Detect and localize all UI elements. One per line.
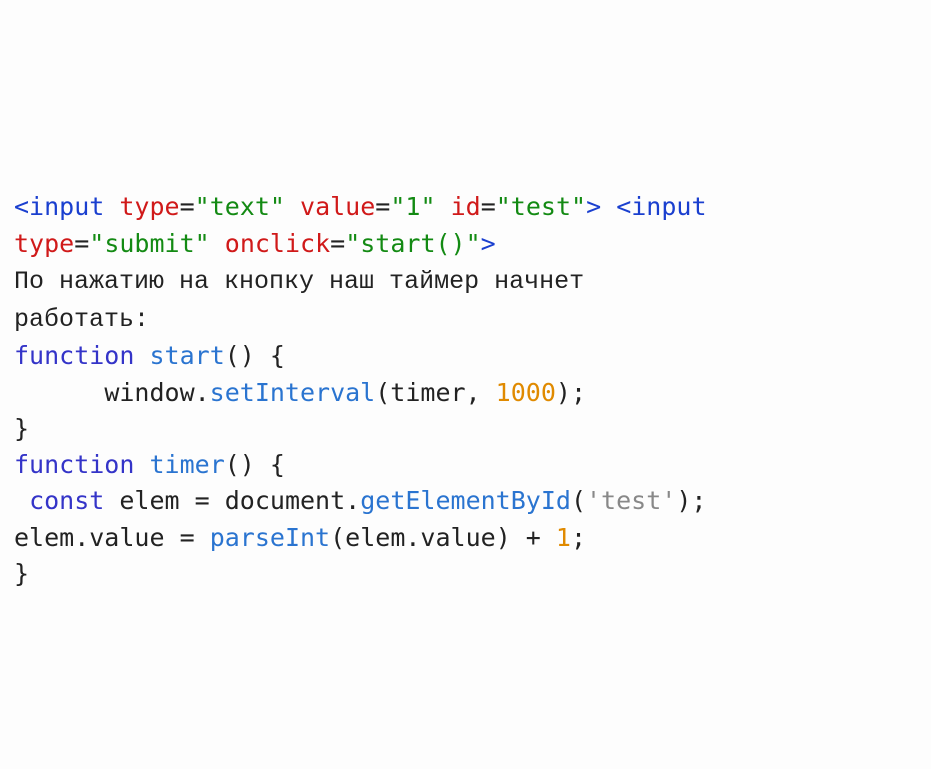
- brace-close-timer: }: [14, 559, 29, 588]
- semi: ;: [571, 523, 586, 552]
- fn-name-start: start: [149, 341, 224, 370]
- args-close-start: );: [556, 378, 586, 407]
- prose-line-1: По нажатию на кнопку наш таймер начнет: [14, 267, 584, 296]
- attr-id: id: [451, 192, 481, 221]
- arg-elemvalue: (elem.value) +: [330, 523, 556, 552]
- sig-timer: () {: [225, 450, 285, 479]
- sp: [195, 523, 210, 552]
- kw-function-start: function: [14, 341, 134, 370]
- prose-line-2: работать:: [14, 305, 149, 334]
- sig-start: () {: [225, 341, 285, 370]
- attr-onclick: onclick: [225, 229, 330, 258]
- kw-function-timer: function: [14, 450, 134, 479]
- tag-close-1: >: [586, 192, 601, 221]
- tag-close-2: >: [481, 229, 496, 258]
- lhs-elemvalue: elem.value: [14, 523, 180, 552]
- call-parseint: parseInt: [210, 523, 330, 552]
- lhs-elem: elem: [104, 486, 194, 515]
- eq-1: =: [195, 486, 210, 515]
- val-onclick: "start()": [345, 229, 480, 258]
- val-type-1: "text": [195, 192, 285, 221]
- val-value: "1": [390, 192, 435, 221]
- tag-open-input2: <input: [616, 192, 706, 221]
- indent-timer: [14, 486, 29, 515]
- call-getelementbyid: getElementById: [360, 486, 571, 515]
- brace-close-start: }: [14, 414, 29, 443]
- args-open-start: (timer,: [375, 378, 495, 407]
- code-block: <input type="text" value="1" id="test"> …: [14, 153, 917, 592]
- lit-test: 'test': [586, 486, 676, 515]
- attr-type-1: type: [119, 192, 179, 221]
- tag-open-input1: <input: [14, 192, 104, 221]
- num-1000: 1000: [496, 378, 556, 407]
- eq-2: =: [180, 523, 195, 552]
- rhs-document: document.: [210, 486, 361, 515]
- num-1: 1: [556, 523, 571, 552]
- call-setinterval: setInterval: [210, 378, 376, 407]
- attr-value: value: [300, 192, 375, 221]
- fn-name-timer: timer: [149, 450, 224, 479]
- paren-close: );: [676, 486, 706, 515]
- val-type-2: "submit": [89, 229, 209, 258]
- indent-start: [14, 378, 104, 407]
- paren-open: (: [571, 486, 586, 515]
- val-id: "test": [496, 192, 586, 221]
- obj-window: window.: [104, 378, 209, 407]
- attr-type-2: type: [14, 229, 74, 258]
- kw-const: const: [29, 486, 104, 515]
